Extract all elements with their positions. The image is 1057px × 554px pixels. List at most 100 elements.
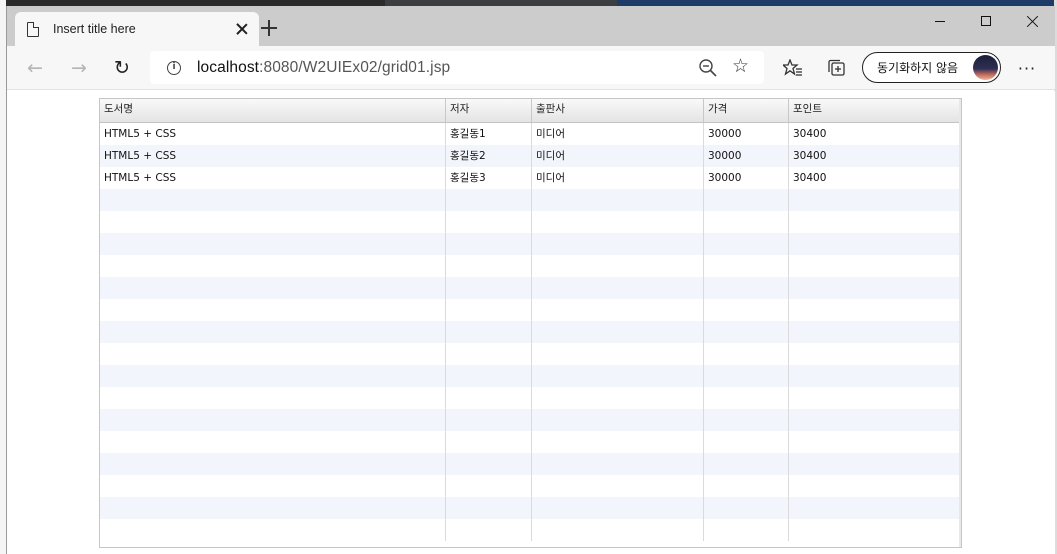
grid-cell-publisher[interactable] [532, 453, 704, 475]
grid-cell-price[interactable] [704, 233, 789, 255]
grid-cell-title[interactable]: HTML5 + CSS [100, 167, 446, 189]
table-row[interactable] [100, 255, 961, 277]
grid-cell-publisher[interactable] [532, 519, 704, 541]
grid-cell-publisher[interactable]: 미디어 [532, 123, 704, 145]
grid-cell-point[interactable] [789, 519, 961, 541]
table-row[interactable]: HTML5 + CSS 홍길동3 미디어 30000 30400 [100, 167, 961, 189]
table-row[interactable]: HTML5 + CSS 홍길동2 미디어 30000 30400 [100, 145, 961, 167]
grid-cell-price[interactable] [704, 453, 789, 475]
grid-cell-price[interactable]: 30000 [704, 167, 789, 189]
grid-cell-point[interactable] [789, 255, 961, 277]
grid-cell-point[interactable] [789, 387, 961, 409]
table-row[interactable] [100, 343, 961, 365]
grid-cell-price[interactable] [704, 321, 789, 343]
grid-cell-publisher[interactable] [532, 387, 704, 409]
grid-cell-publisher[interactable] [532, 211, 704, 233]
grid-cell-point[interactable] [789, 431, 961, 453]
grid-cell-point[interactable] [789, 409, 961, 431]
table-row[interactable] [100, 365, 961, 387]
grid-cell-author[interactable] [446, 387, 532, 409]
refresh-icon[interactable]: ↻ [108, 54, 136, 82]
grid-cell-author[interactable] [446, 321, 532, 343]
table-row[interactable]: HTML5 + CSS 홍길동1 미디어 30000 30400 [100, 123, 961, 145]
grid-cell-author[interactable] [446, 211, 532, 233]
table-row[interactable] [100, 431, 961, 453]
collections-icon[interactable] [827, 59, 846, 77]
grid-cell-author[interactable]: 홍길동2 [446, 145, 532, 167]
grid-cell-author[interactable]: 홍길동1 [446, 123, 532, 145]
grid-header-publisher[interactable]: 출판사 [532, 99, 704, 122]
grid-cell-author[interactable] [446, 453, 532, 475]
grid-cell-title[interactable] [100, 299, 446, 321]
grid-cell-author[interactable] [446, 343, 532, 365]
grid-cell-title[interactable] [100, 387, 446, 409]
grid-header-price[interactable]: 가격 [704, 99, 789, 122]
table-row[interactable] [100, 519, 961, 541]
table-row[interactable] [100, 233, 961, 255]
grid-cell-title[interactable] [100, 255, 446, 277]
grid-cell-title[interactable] [100, 497, 446, 519]
grid-cell-price[interactable] [704, 431, 789, 453]
grid-cell-point[interactable] [789, 211, 961, 233]
table-row[interactable] [100, 453, 961, 475]
grid-cell-publisher[interactable] [532, 497, 704, 519]
grid-header-point[interactable]: 포인트 [789, 99, 961, 122]
grid-cell-price[interactable]: 30000 [704, 123, 789, 145]
site-info-icon[interactable]: i [167, 60, 181, 75]
zoom-out-icon[interactable] [698, 58, 718, 78]
grid-cell-author[interactable] [446, 255, 532, 277]
table-row[interactable] [100, 299, 961, 321]
grid-cell-publisher[interactable] [532, 365, 704, 387]
grid-cell-point[interactable]: 30400 [789, 167, 961, 189]
grid-cell-point[interactable] [789, 475, 961, 497]
grid-cell-title[interactable] [100, 321, 446, 343]
grid-cell-point[interactable] [789, 299, 961, 321]
grid-cell-price[interactable]: 30000 [704, 145, 789, 167]
grid-cell-author[interactable] [446, 233, 532, 255]
grid-cell-publisher[interactable] [532, 189, 704, 211]
add-favorite-star-icon[interactable]: ☆ [732, 55, 749, 77]
grid-header-author[interactable]: 저자 [446, 99, 532, 122]
table-row[interactable] [100, 475, 961, 497]
grid-cell-point[interactable] [789, 233, 961, 255]
grid-cell-title[interactable] [100, 431, 446, 453]
grid-cell-publisher[interactable] [532, 299, 704, 321]
window-maximize-button[interactable] [963, 6, 1009, 36]
grid-cell-point[interactable] [789, 497, 961, 519]
table-row[interactable] [100, 387, 961, 409]
table-row[interactable] [100, 321, 961, 343]
grid-cell-author[interactable] [446, 409, 532, 431]
grid-cell-publisher[interactable] [532, 475, 704, 497]
grid-cell-publisher[interactable] [532, 233, 704, 255]
grid-cell-point[interactable] [789, 189, 961, 211]
grid-cell-price[interactable] [704, 365, 789, 387]
grid-cell-price[interactable] [704, 497, 789, 519]
grid-cell-title[interactable]: HTML5 + CSS [100, 145, 446, 167]
grid-cell-price[interactable] [704, 211, 789, 233]
grid-cell-author[interactable]: 홍길동3 [446, 167, 532, 189]
tab-active[interactable]: Insert title here [15, 12, 259, 46]
grid-cell-price[interactable] [704, 299, 789, 321]
grid-cell-author[interactable] [446, 277, 532, 299]
grid-cell-title[interactable] [100, 453, 446, 475]
grid-cell-title[interactable] [100, 409, 446, 431]
grid-cell-title[interactable] [100, 233, 446, 255]
grid-cell-point[interactable] [789, 453, 961, 475]
grid-cell-author[interactable] [446, 519, 532, 541]
back-arrow-icon[interactable]: ← [21, 54, 49, 82]
grid-cell-author[interactable] [446, 365, 532, 387]
new-tab-icon[interactable] [261, 20, 277, 36]
profile-sync-button[interactable]: 동기화하지 않음 [862, 52, 1001, 83]
grid-cell-title[interactable] [100, 475, 446, 497]
table-row[interactable] [100, 277, 961, 299]
window-close-button[interactable] [1009, 6, 1055, 36]
grid-cell-title[interactable] [100, 343, 446, 365]
grid-cell-author[interactable] [446, 299, 532, 321]
grid-cell-point[interactable] [789, 343, 961, 365]
grid-cell-publisher[interactable]: 미디어 [532, 167, 704, 189]
grid-cell-price[interactable] [704, 475, 789, 497]
address-bar[interactable]: i localhost:8080/W2UIEx02/grid01.jsp ☆ [150, 51, 764, 84]
grid-cell-author[interactable] [446, 475, 532, 497]
grid-cell-price[interactable] [704, 409, 789, 431]
grid-cell-publisher[interactable] [532, 277, 704, 299]
